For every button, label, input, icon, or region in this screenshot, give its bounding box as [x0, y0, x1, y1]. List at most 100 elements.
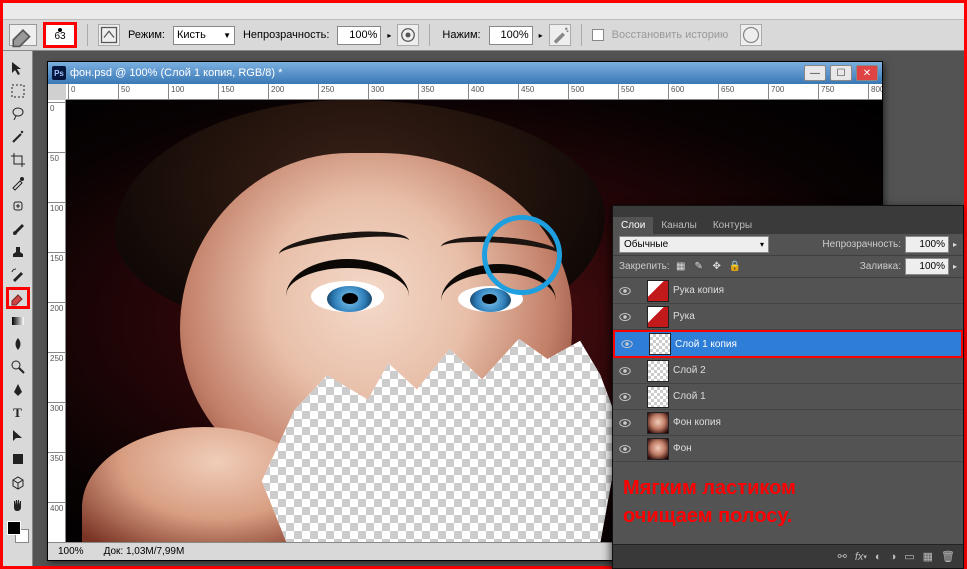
flow-field[interactable]: 100% [489, 26, 533, 45]
crop-tool[interactable] [6, 149, 30, 171]
layer-thumbnail[interactable] [647, 412, 669, 434]
layer-thumbnail[interactable] [647, 386, 669, 408]
mode-dropdown[interactable]: Кисть▼ [173, 26, 235, 45]
layer-name: Слой 1 [673, 391, 706, 402]
flow-label: Нажим: [440, 29, 482, 41]
ruler-horizontal[interactable]: 0501001502002503003504004505005506006507… [66, 84, 882, 100]
marquee-tool[interactable] [6, 80, 30, 102]
minimize-button[interactable]: — [804, 65, 826, 81]
lock-label: Закрепить: [619, 261, 670, 272]
ruler-vertical[interactable]: 050100150200250300350400 [48, 100, 66, 542]
layers-panel: СлоиКаналыКонтуры Обычные▾ Непрозрачност… [612, 205, 964, 569]
visibility-toggle-icon[interactable] [617, 441, 633, 457]
zoom-level[interactable]: 100% [58, 546, 84, 557]
visibility-toggle-icon[interactable] [617, 389, 633, 405]
ps-icon: Ps [52, 66, 66, 80]
panel-tabs: СлоиКаналыКонтуры [613, 214, 963, 234]
3d-tool[interactable] [6, 471, 30, 493]
gradient-tool[interactable] [6, 310, 30, 332]
panel-tab-1[interactable]: Каналы [653, 217, 705, 234]
wand-tool[interactable] [6, 126, 30, 148]
menu-bar[interactable] [3, 3, 964, 19]
layer-row[interactable]: Фон копия [613, 410, 963, 436]
visibility-toggle-icon[interactable] [617, 415, 633, 431]
color-swatches[interactable] [7, 521, 29, 543]
lasso-tool[interactable] [6, 103, 30, 125]
layer-name: Рука [673, 311, 695, 322]
stamp-tool[interactable] [6, 241, 30, 263]
panel-tab-2[interactable]: Контуры [705, 217, 760, 234]
brush-panel-toggle-icon[interactable] [98, 24, 120, 46]
airbrush-icon[interactable] [549, 24, 571, 46]
shape-tool[interactable] [6, 448, 30, 470]
layer-name: Слой 1 копия [675, 339, 737, 350]
history-brush-tool[interactable] [6, 264, 30, 286]
layer-thumbnail[interactable] [647, 306, 669, 328]
erase-history-checkbox[interactable] [592, 29, 604, 41]
lock-transparency-icon[interactable]: ▦ [674, 260, 688, 274]
layer-row[interactable]: Слой 1 копия [613, 330, 963, 358]
visibility-toggle-icon[interactable] [619, 336, 635, 352]
layer-mask-icon[interactable]: ◐ [875, 551, 882, 563]
layer-thumbnail[interactable] [647, 280, 669, 302]
panel-footer: ⚯ fx▾ ◐ ◑ ▭ ▦ 🗑 [613, 544, 963, 568]
layer-style-icon[interactable]: fx▾ [855, 551, 867, 563]
fill-field[interactable]: 100% [905, 258, 949, 275]
layer-thumbnail[interactable] [649, 333, 671, 355]
eraser-tool[interactable] [6, 287, 30, 309]
lock-pixels-icon[interactable]: ✎ [692, 260, 706, 274]
annotation-circle [482, 215, 562, 295]
visibility-toggle-icon[interactable] [617, 363, 633, 379]
eraser-tool-indicator[interactable] [9, 24, 37, 46]
panel-drag-handle[interactable] [613, 206, 963, 214]
layer-name: Рука копия [673, 285, 724, 296]
toolbox: T [3, 51, 33, 566]
dodge-tool[interactable] [6, 356, 30, 378]
lock-position-icon[interactable]: ✥ [710, 260, 724, 274]
opacity-pressure-icon[interactable] [397, 24, 419, 46]
panel-tab-0[interactable]: Слои [613, 217, 653, 234]
mode-label: Режим: [126, 29, 167, 41]
layer-row[interactable]: Рука [613, 304, 963, 330]
blur-tool[interactable] [6, 333, 30, 355]
new-layer-icon[interactable]: ▦ [923, 550, 933, 563]
doc-info: Док: 1,03M/7,99M [104, 546, 185, 557]
opacity-label: Непрозрачность: [241, 29, 331, 41]
healing-tool[interactable] [6, 195, 30, 217]
brush-size-value: 63 [54, 32, 65, 42]
pressure-size-icon[interactable] [740, 24, 762, 46]
hand-tool[interactable] [6, 494, 30, 516]
fill-label: Заливка: [860, 261, 901, 272]
layer-name: Фон копия [673, 417, 721, 428]
erase-history-label: Восстановить историю [610, 29, 731, 41]
blend-mode-dropdown[interactable]: Обычные▾ [619, 236, 769, 253]
layer-row[interactable]: Слой 2 [613, 358, 963, 384]
visibility-toggle-icon[interactable] [617, 309, 633, 325]
close-button[interactable]: ✕ [856, 65, 878, 81]
layer-row[interactable]: Слой 1 [613, 384, 963, 410]
layer-thumbnail[interactable] [647, 438, 669, 460]
eyedropper-tool[interactable] [6, 172, 30, 194]
maximize-button[interactable]: ☐ [830, 65, 852, 81]
group-icon[interactable]: ▭ [904, 550, 914, 563]
layer-row[interactable]: Рука копия [613, 278, 963, 304]
type-tool[interactable]: T [6, 402, 30, 424]
panel-opacity-field[interactable]: 100% [905, 236, 949, 253]
brush-tool[interactable] [6, 218, 30, 240]
adjustment-layer-icon[interactable]: ◑ [890, 551, 897, 563]
brush-preset-picker[interactable]: 63 [43, 22, 77, 48]
delete-layer-icon[interactable]: 🗑 [941, 550, 955, 563]
opacity-field[interactable]: 100% [337, 26, 381, 45]
visibility-toggle-icon[interactable] [617, 283, 633, 299]
layer-row[interactable]: Фон [613, 436, 963, 462]
move-tool[interactable] [6, 57, 30, 79]
document-titlebar[interactable]: Ps фон.psd @ 100% (Слой 1 копия, RGB/8) … [48, 62, 882, 84]
pen-tool[interactable] [6, 379, 30, 401]
layer-name: Слой 2 [673, 365, 706, 376]
layer-name: Фон [673, 443, 692, 454]
path-select-tool[interactable] [6, 425, 30, 447]
layer-thumbnail[interactable] [647, 360, 669, 382]
annotation-text: Мягким ластиком очищаем полосу. [613, 462, 963, 544]
lock-all-icon[interactable]: 🔒 [728, 260, 742, 274]
link-layers-icon[interactable]: ⚯ [838, 550, 847, 563]
